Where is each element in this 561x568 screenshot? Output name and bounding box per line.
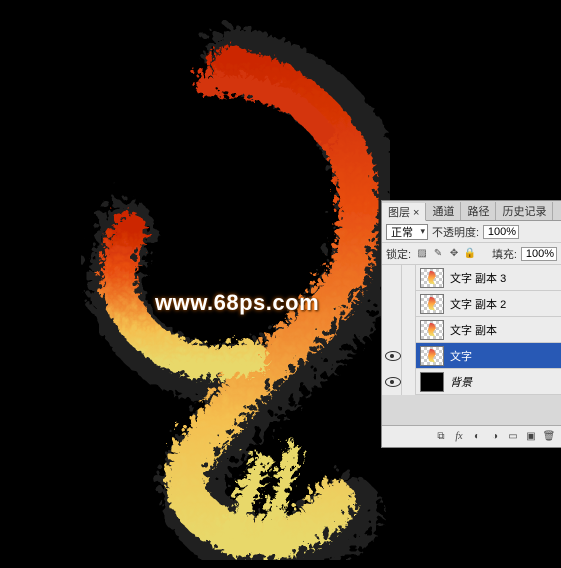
layer-name[interactable]: 文字 副本 2 bbox=[448, 296, 506, 312]
tab-layers[interactable]: 图层 × bbox=[382, 203, 426, 221]
fill-value[interactable]: 100% bbox=[521, 247, 557, 261]
panel-footer: ⧉ fx ◐ ◑ ▭ ▣ 🗑 bbox=[382, 425, 561, 447]
layer-item[interactable]: 文字 副本 2 bbox=[382, 291, 561, 317]
layer-visibility-toggle[interactable] bbox=[382, 291, 402, 317]
tab-channels[interactable]: 通道 bbox=[426, 202, 461, 220]
layer-thumbnail[interactable] bbox=[420, 372, 444, 392]
empty-layers-area bbox=[382, 395, 561, 425]
layer-name[interactable]: 背景 bbox=[448, 374, 472, 390]
layer-name[interactable]: 文字 副本 3 bbox=[448, 270, 506, 286]
layer-visibility-toggle[interactable] bbox=[382, 369, 402, 395]
watermark-text: www.68ps.com bbox=[155, 290, 319, 316]
layer-thumbnail[interactable] bbox=[420, 346, 444, 366]
new-layer-icon[interactable]: ▣ bbox=[523, 430, 539, 444]
layer-visibility-toggle[interactable] bbox=[382, 343, 402, 369]
layer-link-area[interactable] bbox=[402, 317, 416, 343]
layer-thumbnail[interactable] bbox=[420, 268, 444, 288]
lock-label: 锁定: bbox=[386, 246, 411, 262]
lock-icons-group: ▨ ✎ ✥ 🔒 bbox=[415, 247, 477, 261]
layer-link-area[interactable] bbox=[402, 265, 416, 291]
mask-icon[interactable]: ◐ bbox=[469, 430, 485, 444]
layer-item[interactable]: 背景 bbox=[382, 369, 561, 395]
layer-link-area[interactable] bbox=[402, 343, 416, 369]
layer-item[interactable]: 文字 bbox=[382, 343, 561, 369]
lock-trans-icon[interactable]: ▨ bbox=[415, 247, 429, 261]
blend-opacity-row: 正常 不透明度: 100% bbox=[382, 221, 561, 243]
blend-mode-select[interactable]: 正常 bbox=[386, 224, 428, 240]
opacity-value[interactable]: 100% bbox=[483, 225, 519, 239]
layer-link-area[interactable] bbox=[402, 291, 416, 317]
layer-item[interactable]: 文字 副本 bbox=[382, 317, 561, 343]
eye-icon bbox=[385, 377, 399, 387]
canvas-area: www.68ps.com 图层 × 通道 路径 历史记录 正常 不透明度: 10… bbox=[0, 0, 561, 568]
link-icon[interactable]: ⧉ bbox=[433, 430, 449, 444]
layer-visibility-toggle[interactable] bbox=[382, 317, 402, 343]
layer-thumbnail[interactable] bbox=[420, 294, 444, 314]
tab-paths[interactable]: 路径 bbox=[461, 202, 496, 220]
layer-item[interactable]: 文字 副本 3 bbox=[382, 265, 561, 291]
lock-fill-row: 锁定: ▨ ✎ ✥ 🔒 填充: 100% bbox=[382, 243, 561, 265]
layer-link-area[interactable] bbox=[402, 369, 416, 395]
adjust-icon[interactable]: ◑ bbox=[487, 430, 503, 444]
lock-move-icon[interactable]: ✥ bbox=[447, 247, 461, 261]
opacity-label: 不透明度: bbox=[432, 224, 479, 240]
eye-icon bbox=[385, 351, 399, 361]
layers-panel: 图层 × 通道 路径 历史记录 正常 不透明度: 100% 锁定: ▨ ✎ ✥ … bbox=[381, 200, 561, 448]
fx-icon[interactable]: fx bbox=[451, 430, 467, 444]
panel-tabs: 图层 × 通道 路径 历史记录 bbox=[382, 201, 561, 221]
trash-icon[interactable]: 🗑 bbox=[541, 430, 557, 444]
layer-name[interactable]: 文字 bbox=[448, 348, 472, 364]
layers-list: 文字 副本 3 文字 副本 2 文字 副本 文字 bbox=[382, 265, 561, 425]
layer-name[interactable]: 文字 副本 bbox=[448, 322, 497, 338]
tab-history[interactable]: 历史记录 bbox=[496, 202, 553, 220]
lock-all-icon[interactable]: 🔒 bbox=[463, 247, 477, 261]
layer-visibility-toggle[interactable] bbox=[382, 265, 402, 291]
lock-brush-icon[interactable]: ✎ bbox=[431, 247, 445, 261]
fill-label: 填充: bbox=[492, 246, 517, 262]
layer-thumbnail[interactable] bbox=[420, 320, 444, 340]
group-icon[interactable]: ▭ bbox=[505, 430, 521, 444]
